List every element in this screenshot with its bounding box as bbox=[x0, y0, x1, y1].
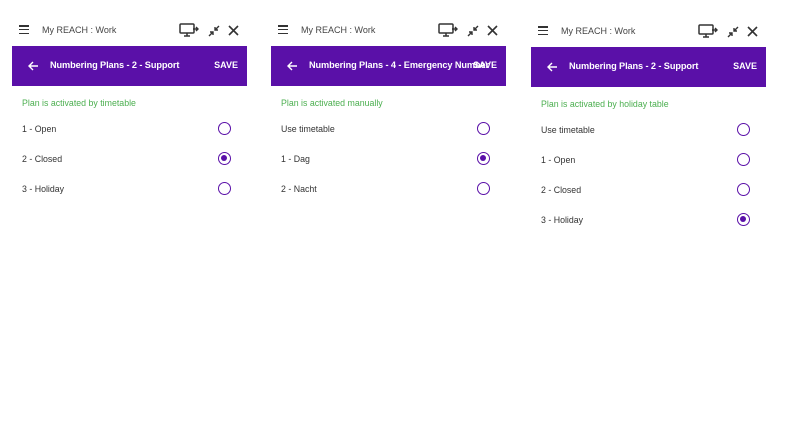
option-row[interactable]: 1 - Dag bbox=[271, 146, 506, 176]
option-row[interactable]: Use timetable bbox=[531, 117, 766, 147]
option-label: 3 - Holiday bbox=[22, 184, 65, 194]
arrow-left-icon[interactable] bbox=[285, 59, 299, 73]
app-header-bar: Numbering Plans - 2 - Support SAVE bbox=[12, 46, 247, 86]
plan-status-text: Plan is activated by holiday table bbox=[541, 99, 669, 109]
monitor-arrow-icon[interactable] bbox=[179, 22, 199, 38]
hamburger-menu-icon[interactable] bbox=[278, 25, 288, 35]
collapse-arrows-icon[interactable] bbox=[207, 22, 221, 38]
app-title: My REACH : Work bbox=[561, 26, 636, 36]
panel-emergency-manual: My REACH : Work Numbering Plans - 4 - Em… bbox=[271, 14, 506, 206]
option-label: 1 - Dag bbox=[281, 154, 310, 164]
option-row[interactable]: 3 - Holiday bbox=[531, 207, 766, 237]
app-title: My REACH : Work bbox=[301, 25, 376, 35]
option-row[interactable]: 1 - Open bbox=[12, 116, 247, 146]
option-label: Use timetable bbox=[281, 124, 335, 134]
option-row[interactable]: 3 - Holiday bbox=[12, 176, 247, 206]
panel-support-holiday: My REACH : Work Numbering Plans - 2 - Su… bbox=[531, 14, 766, 237]
option-row[interactable]: 2 - Closed bbox=[531, 177, 766, 207]
option-row[interactable]: 2 - Closed bbox=[12, 146, 247, 176]
plan-status-text: Plan is activated by timetable bbox=[22, 98, 136, 108]
option-label: Use timetable bbox=[541, 125, 595, 135]
radio-button-selected[interactable] bbox=[218, 152, 231, 165]
plan-status-text: Plan is activated manually bbox=[281, 98, 383, 108]
option-label: 2 - Nacht bbox=[281, 184, 317, 194]
radio-button[interactable] bbox=[218, 182, 231, 195]
page-title: Numbering Plans - 2 - Support bbox=[50, 60, 180, 70]
hamburger-menu-icon[interactable] bbox=[538, 26, 548, 36]
radio-button[interactable] bbox=[477, 182, 490, 195]
hamburger-menu-icon[interactable] bbox=[19, 25, 29, 35]
arrow-left-icon[interactable] bbox=[545, 60, 559, 74]
window-topbar: My REACH : Work bbox=[12, 14, 247, 46]
panel-support-timetable: My REACH : Work Numbering Plans - 2 - Su… bbox=[12, 14, 247, 206]
radio-button[interactable] bbox=[737, 123, 750, 136]
close-icon[interactable] bbox=[486, 22, 499, 38]
radio-button[interactable] bbox=[737, 183, 750, 196]
arrow-left-icon[interactable] bbox=[26, 59, 40, 73]
page-title: Numbering Plans - 4 - Emergency Number bbox=[309, 60, 489, 70]
radio-button[interactable] bbox=[737, 153, 750, 166]
window-topbar: My REACH : Work bbox=[271, 14, 506, 46]
radio-button-selected[interactable] bbox=[477, 152, 490, 165]
save-button[interactable]: SAVE bbox=[473, 60, 497, 70]
option-row[interactable]: 1 - Open bbox=[531, 147, 766, 177]
save-button[interactable]: SAVE bbox=[733, 61, 757, 71]
monitor-arrow-icon[interactable] bbox=[438, 22, 458, 38]
option-label: 3 - Holiday bbox=[541, 215, 584, 225]
radio-button-selected[interactable] bbox=[737, 213, 750, 226]
monitor-arrow-icon[interactable] bbox=[698, 23, 718, 39]
collapse-arrows-icon[interactable] bbox=[726, 23, 740, 39]
radio-button[interactable] bbox=[477, 122, 490, 135]
option-label: 1 - Open bbox=[22, 124, 57, 134]
app-header-bar: Numbering Plans - 2 - Support SAVE bbox=[531, 47, 766, 87]
app-title: My REACH : Work bbox=[42, 25, 117, 35]
option-row[interactable]: Use timetable bbox=[271, 116, 506, 146]
collapse-arrows-icon[interactable] bbox=[466, 22, 480, 38]
option-label: 2 - Closed bbox=[22, 154, 63, 164]
window-topbar: My REACH : Work bbox=[531, 15, 766, 47]
app-header-bar: Numbering Plans - 4 - Emergency Number S… bbox=[271, 46, 506, 86]
page-title: Numbering Plans - 2 - Support bbox=[569, 61, 699, 71]
option-row[interactable]: 2 - Nacht bbox=[271, 176, 506, 206]
option-label: 1 - Open bbox=[541, 155, 576, 165]
save-button[interactable]: SAVE bbox=[214, 60, 238, 70]
close-icon[interactable] bbox=[746, 23, 759, 39]
option-label: 2 - Closed bbox=[541, 185, 582, 195]
radio-button[interactable] bbox=[218, 122, 231, 135]
close-icon[interactable] bbox=[227, 22, 240, 38]
